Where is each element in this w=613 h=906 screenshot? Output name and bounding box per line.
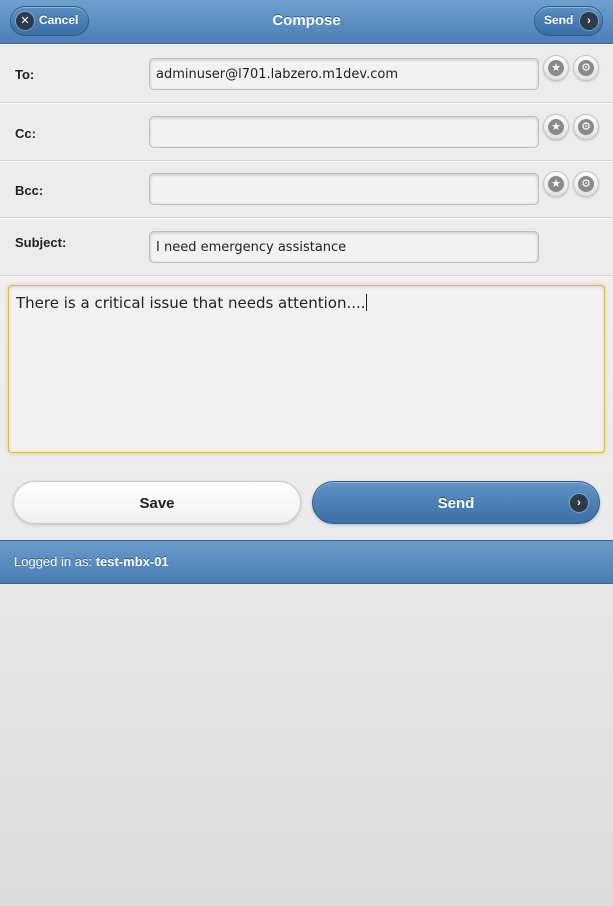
bcc-settings-button[interactable]: ⚙ [573,171,599,197]
send-button-label: Send [437,495,475,512]
to-settings-button[interactable]: ⚙ [573,55,599,81]
star-icon: ★ [548,176,564,192]
text-caret [365,294,367,311]
save-button[interactable]: Save [13,481,301,524]
cc-field[interactable] [149,116,539,148]
bcc-field[interactable] [149,173,539,205]
chevron-right-circle-icon: › [570,494,588,512]
to-label: To: [15,67,35,82]
header-send-button[interactable]: Send › [534,6,603,36]
bcc-favorites-button[interactable]: ★ [543,171,569,197]
cc-row: Cc: ★ ⚙ [0,103,613,161]
star-icon: ★ [548,119,564,135]
page-title: Compose [272,12,341,29]
message-body-textarea[interactable]: There is a critical issue that needs att… [8,285,605,453]
footer-bar: Logged in as: test-mbx-01 [0,540,613,584]
cc-favorites-button[interactable]: ★ [543,114,569,140]
message-body-text: There is a critical issue that needs att… [16,294,366,312]
bcc-label: Bcc: [15,183,44,198]
send-button[interactable]: Send › [312,481,600,524]
cc-label: Cc: [15,126,36,141]
logged-in-username: test-mbx-01 [95,554,169,569]
star-icon: ★ [548,60,564,76]
subject-row: Subject: [0,218,613,276]
cc-settings-button[interactable]: ⚙ [573,114,599,140]
bcc-row: Bcc: ★ ⚙ [0,161,613,218]
to-row: To: ★ ⚙ [0,44,613,103]
gear-icon: ⚙ [578,119,594,135]
gear-icon: ⚙ [578,60,594,76]
send-label: Send [544,13,574,27]
logged-in-prefix: Logged in as: [14,554,96,569]
logged-in-status: Logged in as: test-mbx-01 [14,554,169,569]
subject-field[interactable] [149,231,539,263]
subject-label: Subject: [15,235,67,250]
header-bar: ✕ Cancel Compose Send › [0,0,613,44]
to-field[interactable] [149,58,539,90]
chevron-right-circle-icon: › [580,12,598,30]
gear-icon: ⚙ [578,176,594,192]
to-favorites-button[interactable]: ★ [543,55,569,81]
